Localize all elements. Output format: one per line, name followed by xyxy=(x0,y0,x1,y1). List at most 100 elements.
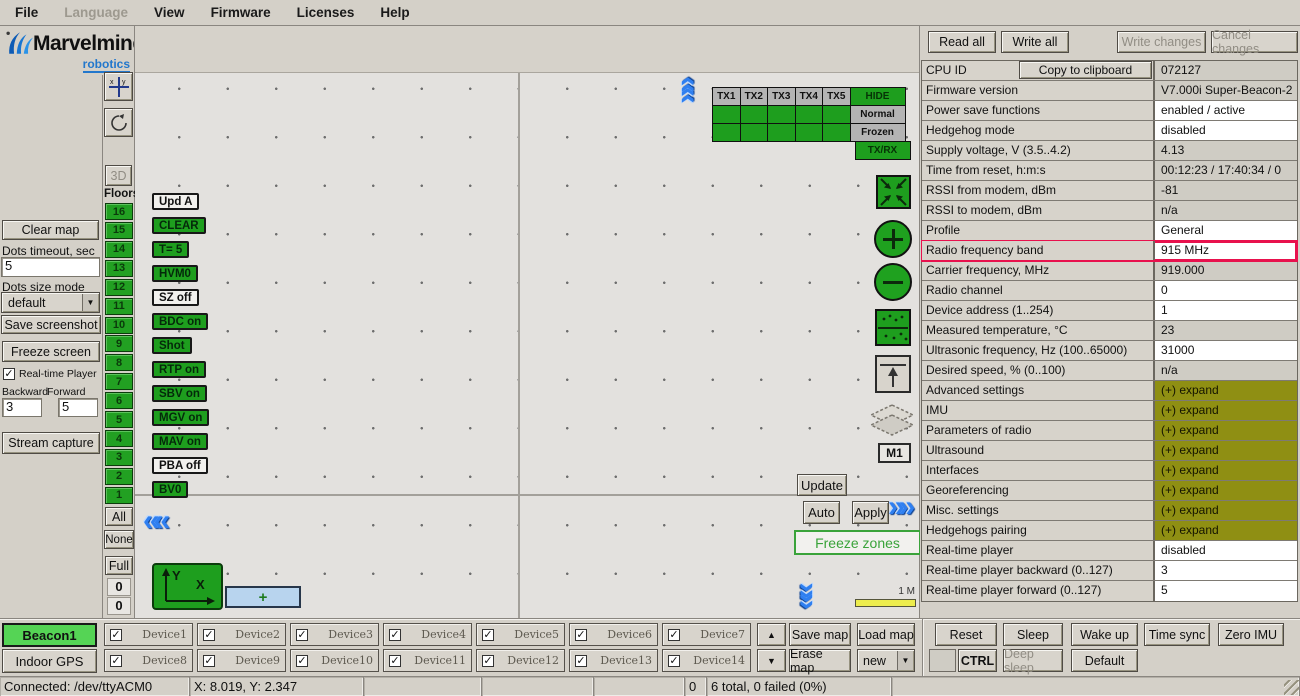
device-checkbox[interactable]: ✓ xyxy=(203,629,215,641)
device-toggle-device7[interactable]: ✓Device7 xyxy=(662,623,751,646)
write-changes-button[interactable]: Write changes xyxy=(1117,31,1206,53)
tx-frozen-button[interactable]: Frozen xyxy=(850,123,906,142)
device-toggle-device6[interactable]: ✓Device6 xyxy=(569,623,658,646)
floor-button-5[interactable]: 5 xyxy=(105,411,133,428)
sleep-button[interactable]: Sleep xyxy=(1003,623,1063,646)
save-screenshot-button[interactable]: Save screenshot xyxy=(1,315,101,334)
erase-map-button[interactable]: Erase map xyxy=(789,649,851,672)
tx-cell-2-3[interactable] xyxy=(767,123,796,142)
device-toggle-device11[interactable]: ✓Device11 xyxy=(383,649,472,672)
parameter-value[interactable]: 3 xyxy=(1155,561,1297,580)
cancel-changes-button[interactable]: Cancel changes xyxy=(1211,31,1298,53)
indoor-gps-tab[interactable]: Indoor GPS xyxy=(2,649,97,673)
map-button-bv0[interactable]: BV0 xyxy=(152,481,188,498)
devices-scroll-down-button[interactable]: ▼ xyxy=(757,649,786,672)
auto-button[interactable]: Auto xyxy=(803,501,840,524)
parameter-value[interactable]: (+) expand xyxy=(1155,461,1297,480)
expand-right-icon[interactable]: »» xyxy=(888,494,909,520)
device-checkbox[interactable]: ✓ xyxy=(203,655,215,667)
device-toggle-device4[interactable]: ✓Device4 xyxy=(383,623,472,646)
parameter-value[interactable]: (+) expand xyxy=(1155,421,1297,440)
floor-button-16[interactable]: 16 xyxy=(105,203,133,220)
realtime-player-checkbox[interactable]: ✓ xyxy=(3,368,15,380)
map-button-pba-off[interactable]: PBA off xyxy=(152,457,208,474)
update-button[interactable]: Update xyxy=(797,474,847,496)
parameter-value[interactable]: 1 xyxy=(1155,301,1297,320)
map-button-clear[interactable]: CLEAR xyxy=(152,217,206,234)
zoom-in-icon[interactable] xyxy=(874,220,912,258)
resize-grip-icon[interactable] xyxy=(1284,680,1299,695)
menu-item-file[interactable]: File xyxy=(2,2,51,23)
device-checkbox[interactable]: ✓ xyxy=(668,655,680,667)
device-toggle-device13[interactable]: ✓Device13 xyxy=(569,649,658,672)
parameter-value[interactable]: 31000 xyxy=(1155,341,1297,360)
menu-item-view[interactable]: View xyxy=(141,2,198,23)
parameter-value[interactable]: (+) expand xyxy=(1155,481,1297,500)
read-all-button[interactable]: Read all xyxy=(928,31,996,53)
zero-imu-button[interactable]: Zero IMU xyxy=(1218,623,1284,646)
view-3d-button[interactable]: 3D xyxy=(105,165,132,186)
floor-button-7[interactable]: 7 xyxy=(105,373,133,390)
ctrl-indicator[interactable] xyxy=(929,649,956,672)
parameter-value[interactable]: (+) expand xyxy=(1155,501,1297,520)
device-checkbox[interactable]: ✓ xyxy=(110,629,122,641)
tx-cell-2-1[interactable] xyxy=(712,123,741,142)
floor-button-8[interactable]: 8 xyxy=(105,354,133,371)
device-checkbox[interactable]: ✓ xyxy=(575,629,587,641)
floor-button-4[interactable]: 4 xyxy=(105,430,133,447)
parameter-value[interactable]: (+) expand xyxy=(1155,381,1297,400)
floor-button-1[interactable]: 1 xyxy=(105,487,133,504)
dots-size-select[interactable]: default ▼ xyxy=(1,292,100,313)
parameter-value[interactable]: disabled xyxy=(1155,541,1297,560)
menu-item-language[interactable]: Language xyxy=(51,2,141,23)
map-button-shot[interactable]: Shot xyxy=(152,337,192,354)
dots-timeout-input[interactable]: 5 xyxy=(1,257,100,277)
clear-map-button[interactable]: Clear map xyxy=(2,220,99,240)
map-button-upd-a[interactable]: Upd A xyxy=(152,193,199,210)
device-checkbox[interactable]: ✓ xyxy=(668,629,680,641)
map-button-t-5[interactable]: T= 5 xyxy=(152,241,189,258)
device-checkbox[interactable]: ✓ xyxy=(110,655,122,667)
device-toggle-device3[interactable]: ✓Device3 xyxy=(290,623,379,646)
tx-txrx-button[interactable]: TX/RX xyxy=(855,141,911,160)
parameter-value[interactable]: 5 xyxy=(1155,581,1297,601)
tx-cell-1-2[interactable] xyxy=(740,105,769,124)
tx-cell-2-2[interactable] xyxy=(740,123,769,142)
forward-input[interactable]: 5 xyxy=(58,398,98,417)
m1-button[interactable]: M1 xyxy=(878,443,911,463)
tx-header-tx4[interactable]: TX4 xyxy=(795,87,824,106)
floor-button-11[interactable]: 11 xyxy=(105,298,133,315)
add-submap-button[interactable]: + xyxy=(225,586,301,608)
apply-button[interactable]: Apply xyxy=(852,501,889,524)
beacon-tab[interactable]: Beacon1 xyxy=(2,623,97,647)
tx-hide-button[interactable]: HIDE xyxy=(850,87,906,106)
menu-item-firmware[interactable]: Firmware xyxy=(198,2,284,23)
floor-button-12[interactable]: 12 xyxy=(105,279,133,296)
floors-all-button[interactable]: All xyxy=(105,507,133,526)
parameter-value[interactable]: 0 xyxy=(1155,281,1297,300)
device-checkbox[interactable]: ✓ xyxy=(296,655,308,667)
map-button-rtp-on[interactable]: RTP on xyxy=(152,361,206,378)
floor-button-15[interactable]: 15 xyxy=(105,222,133,239)
floor-button-6[interactable]: 6 xyxy=(105,392,133,409)
deep-sleep-button[interactable]: Deep sleep xyxy=(1003,649,1063,672)
parameter-value[interactable]: (+) expand xyxy=(1155,521,1297,540)
menu-item-help[interactable]: Help xyxy=(367,2,422,23)
map-button-mgv-on[interactable]: MGV on xyxy=(152,409,209,426)
write-all-button[interactable]: Write all xyxy=(1001,31,1069,53)
follow-up-arrow-icon[interactable] xyxy=(875,355,911,398)
zoom-out-icon[interactable] xyxy=(874,263,912,301)
tx-header-tx2[interactable]: TX2 xyxy=(740,87,769,106)
xy-crosshair-icon[interactable]: xy xyxy=(104,72,133,101)
device-toggle-device2[interactable]: ✓Device2 xyxy=(197,623,286,646)
device-checkbox[interactable]: ✓ xyxy=(482,655,494,667)
copy-to-clipboard-button[interactable]: Copy to clipboard xyxy=(1019,61,1152,79)
tx-header-tx3[interactable]: TX3 xyxy=(767,87,796,106)
parameter-value[interactable]: (+) expand xyxy=(1155,401,1297,420)
device-checkbox[interactable]: ✓ xyxy=(389,629,401,641)
device-toggle-device1[interactable]: ✓Device1 xyxy=(104,623,193,646)
wake-up-button[interactable]: Wake up xyxy=(1071,623,1138,646)
map-button-sz-off[interactable]: SZ off xyxy=(152,289,199,306)
map-button-hvm0[interactable]: HVM0 xyxy=(152,265,198,282)
stream-capture-button[interactable]: Stream capture xyxy=(2,432,100,454)
